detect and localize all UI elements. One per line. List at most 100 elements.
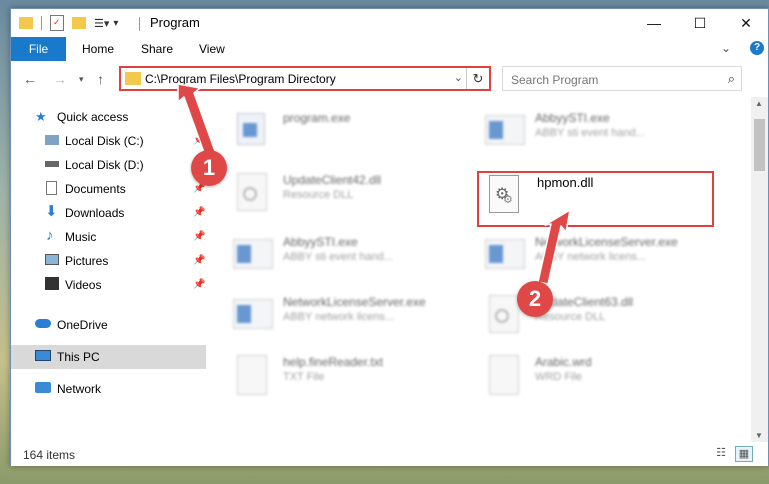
status-bar: 164 items ☷ ▦ xyxy=(11,442,768,466)
exe-icon xyxy=(483,233,525,277)
sidebar-item-label: Pictures xyxy=(65,254,109,268)
navigation-bar: ← → ▾ ↑ C:\Program Files\Program Directo… xyxy=(11,61,768,97)
tab-view[interactable]: View xyxy=(199,42,225,56)
forward-arrow-icon[interactable]: → xyxy=(53,71,67,87)
sidebar-item-videos[interactable]: Videos 📌 xyxy=(11,273,206,297)
file-item[interactable]: AbbyySTI.exe ABBY sti event hand... xyxy=(483,109,723,161)
sidebar-item-documents[interactable]: Documents 📌 xyxy=(11,177,206,201)
file-item[interactable]: AbbyySTI.exe ABBY sti event hand... xyxy=(231,233,471,285)
text-file-icon xyxy=(231,353,273,397)
title-bar: ✓ ☰▾ ▾ Program — ☐ ✕ xyxy=(11,9,768,37)
download-arrow-icon: ⬇ xyxy=(45,203,58,220)
sidebar-item-label: Quick access xyxy=(57,110,129,124)
expand-ribbon-icon[interactable]: ⌄ xyxy=(721,41,731,55)
file-item[interactable]: Arabic.wrd WRD File xyxy=(483,353,723,405)
sidebar-item-music[interactable]: ♪ Music 📌 xyxy=(11,225,206,249)
recent-locations-icon[interactable]: ▾ xyxy=(79,74,84,85)
sidebar-item-pictures[interactable]: Pictures 📌 xyxy=(11,249,206,273)
sidebar-item-label: Downloads xyxy=(65,206,125,220)
exe-icon xyxy=(231,293,273,337)
divider xyxy=(139,17,140,31)
address-path[interactable]: C:\Program Files\Program Directory xyxy=(145,72,336,86)
star-icon: ★ xyxy=(35,109,47,124)
file-item[interactable]: program.exe xyxy=(231,109,471,161)
file-description: ABBY sti event hand... xyxy=(283,251,393,263)
sidebar-item-local-disk-d[interactable]: Local Disk (D:) 📌 xyxy=(11,153,206,177)
item-count: 164 items xyxy=(23,448,76,462)
window-title: Program xyxy=(150,15,200,30)
navigation-pane: ★ Quick access Local Disk (C:) 📌 Local D… xyxy=(11,97,206,442)
explorer-window: ✓ ☰▾ ▾ Program — ☐ ✕ File Home Share Vie… xyxy=(10,8,769,466)
file-name: NetworkLicenseServer.exe xyxy=(535,235,678,249)
properties-icon[interactable]: ✓ xyxy=(50,15,64,31)
folder-icon xyxy=(125,72,141,85)
details-view-icon[interactable]: ☷ xyxy=(713,446,729,460)
file-name: help.fineReader.txt xyxy=(283,355,384,369)
file-description: Resource DLL xyxy=(283,189,354,201)
sidebar-item-label: Local Disk (C:) xyxy=(65,134,144,148)
file-description: ABBY network licens... xyxy=(535,251,647,263)
generic-file-icon xyxy=(483,353,525,397)
help-icon[interactable]: ? xyxy=(750,41,764,55)
address-bar[interactable]: C:\Program Files\Program Directory ⌄ ↻ xyxy=(119,66,491,91)
file-item[interactable]: help.fineReader.txt TXT File xyxy=(231,353,471,405)
picture-icon xyxy=(45,254,59,265)
pin-icon[interactable]: 📌 xyxy=(193,279,205,290)
chevron-down-icon[interactable]: ⌄ xyxy=(454,71,463,84)
music-note-icon: ♪ xyxy=(46,227,54,244)
customize-toolbar-icon[interactable]: ☰▾ xyxy=(94,17,109,30)
sidebar-item-downloads[interactable]: ⬇ Downloads 📌 xyxy=(11,201,206,225)
search-icon[interactable]: ⌕ xyxy=(728,71,735,87)
pin-icon[interactable]: 📌 xyxy=(193,207,205,218)
back-arrow-icon[interactable]: ← xyxy=(23,71,37,87)
file-item[interactable]: NetworkLicenseServer.exe ABBY network li… xyxy=(231,293,471,345)
file-name: UpdateClient42.dll xyxy=(283,173,382,187)
search-input[interactable] xyxy=(509,68,713,91)
sidebar-item-label: Videos xyxy=(65,278,102,292)
close-button[interactable]: ✕ xyxy=(723,9,769,37)
divider xyxy=(41,16,42,30)
scroll-thumb[interactable] xyxy=(754,119,765,171)
vertical-scrollbar[interactable]: ▲ ▼ xyxy=(751,97,768,442)
sidebar-item-onedrive[interactable]: OneDrive xyxy=(11,313,206,337)
tab-share[interactable]: Share xyxy=(141,42,173,56)
quick-access-toolbar: ✓ ☰▾ ▾ xyxy=(19,14,118,32)
sidebar-item-quick-access[interactable]: ★ Quick access xyxy=(11,105,206,129)
minimize-button[interactable]: — xyxy=(631,9,677,37)
file-name: NetworkLicenseServer.exe xyxy=(283,295,426,309)
file-name: Arabic.wrd xyxy=(535,355,592,369)
scroll-up-icon[interactable]: ▲ xyxy=(755,99,763,108)
pin-icon[interactable]: 📌 xyxy=(193,231,205,242)
exe-icon xyxy=(483,109,525,153)
step-1-badge: 1 xyxy=(191,150,227,186)
large-icons-view-icon[interactable]: ▦ xyxy=(735,446,753,462)
chevron-down-icon[interactable]: ▾ xyxy=(113,18,118,29)
search-box[interactable]: ⌕ xyxy=(502,66,742,91)
maximize-button[interactable]: ☐ xyxy=(677,9,723,37)
file-description: ABBY sti event hand... xyxy=(535,127,645,139)
film-icon xyxy=(45,277,59,290)
cloud-icon xyxy=(35,319,51,328)
drive-icon xyxy=(45,135,59,145)
tab-file[interactable]: File xyxy=(11,37,66,61)
sidebar-item-label: Music xyxy=(65,230,97,244)
highlight-box xyxy=(477,171,714,227)
up-arrow-icon[interactable]: ↑ xyxy=(97,71,104,87)
refresh-icon[interactable]: ↻ xyxy=(466,68,489,89)
sidebar-item-network[interactable]: Network xyxy=(11,377,206,401)
tab-home[interactable]: Home xyxy=(82,42,114,56)
pin-icon[interactable]: 📌 xyxy=(193,135,205,146)
file-item[interactable]: NetworkLicenseServer.exe ABBY network li… xyxy=(483,233,723,285)
file-list: program.exe AbbyySTI.exe ABBY sti event … xyxy=(207,97,744,442)
scroll-down-icon[interactable]: ▼ xyxy=(755,431,763,440)
computer-icon xyxy=(35,350,51,361)
file-name: AbbyySTI.exe xyxy=(535,111,610,125)
sidebar-item-local-disk-c[interactable]: Local Disk (C:) 📌 xyxy=(11,129,206,153)
folder-icon[interactable] xyxy=(19,17,33,29)
file-name: program.exe xyxy=(283,111,351,125)
sidebar-item-this-pc[interactable]: This PC xyxy=(11,345,206,369)
file-name: AbbyySTI.exe xyxy=(283,235,358,249)
new-folder-icon[interactable] xyxy=(72,17,86,29)
pin-icon[interactable]: 📌 xyxy=(193,255,205,266)
file-item[interactable]: UpdateClient42.dll Resource DLL xyxy=(231,171,471,223)
